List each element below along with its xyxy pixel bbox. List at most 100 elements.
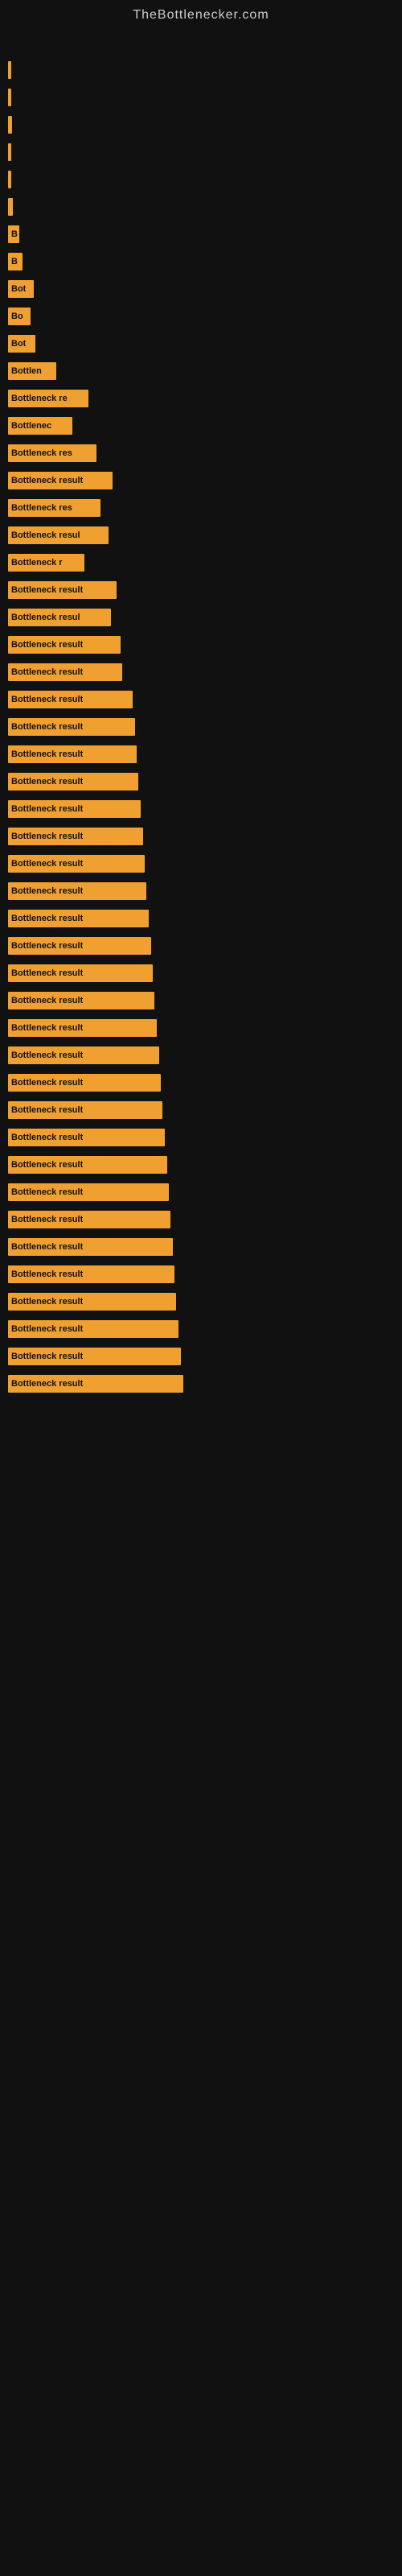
bar-item: Bottleneck result [8,1211,170,1228]
bar-item [8,198,13,216]
bar-label: Bottleneck resul [11,613,80,622]
bar-row: Bottleneck result [8,634,394,656]
bar-row: Bottleneck result [8,1318,394,1340]
bar-label: Bottleneck result [11,640,83,650]
bar-row: Bottleneck res [8,442,394,464]
bar-label: Bottleneck re [11,394,68,403]
bar-label: Bottleneck result [11,1187,83,1197]
bar-label: Bottleneck result [11,1269,83,1279]
bar-item: Bottleneck result [8,1101,162,1119]
bar-item [8,116,12,134]
bar-label: Bottleneck result [11,859,83,869]
bar-item: Bottleneck result [8,663,122,681]
bar-row [8,59,394,81]
bar-row: Bottleneck result [8,661,394,683]
bar-label: Bottleneck result [11,1324,83,1334]
bar-row: Bottleneck result [8,579,394,601]
bar-item: Bottleneck result [8,718,135,736]
bar-label: Bottleneck result [11,476,83,485]
bar-item: Bottleneck result [8,937,151,955]
bar-row: Bottleneck result [8,825,394,848]
bar-row: Bot [8,278,394,300]
bar-label: Bot [11,284,26,294]
bar-label: B [11,257,18,266]
bar-row: B [8,223,394,246]
bar-item [8,61,11,79]
bar-row: Bottleneck result [8,1181,394,1203]
bar-label: Bottlen [11,366,42,376]
bar-row: Bottleneck result [8,469,394,492]
bar-label: Bottleneck result [11,1023,83,1033]
bar-row: Bottleneck result [8,852,394,875]
bar-label: Bottleneck result [11,1242,83,1252]
bar-row: Bottleneck result [8,798,394,820]
bar-item: Bottleneck result [8,1129,165,1146]
bar-item: Bottleneck resul [8,526,109,544]
bar-row: Bottleneck result [8,1236,394,1258]
bar-row [8,86,394,109]
bar-row: Bottleneck result [8,1071,394,1094]
bar-label: Bottleneck result [11,1160,83,1170]
bar-item: Bottleneck result [8,691,133,708]
bar-item: Bot [8,280,34,298]
bar-row: Bottleneck result [8,1099,394,1121]
bar-item: Bottleneck result [8,1074,161,1092]
bar-item: Bottleneck res [8,499,100,517]
bar-item: Bottleneck result [8,855,145,873]
bar-item [8,89,11,106]
bar-item: Bottleneck result [8,581,117,599]
bar-row: Bottleneck result [8,743,394,766]
bar-item: Bottlen [8,362,56,380]
bar-row: Bottleneck resul [8,606,394,629]
bar-row: B [8,250,394,273]
bar-item: Bottleneck result [8,1320,178,1338]
bar-item: Bottleneck result [8,1375,183,1393]
bar-item: Bottleneck result [8,1046,159,1064]
bar-label: Bottleneck result [11,1352,83,1361]
bar-label: Bottleneck result [11,886,83,896]
bar-row: Bottleneck result [8,770,394,793]
bar-item: Bottleneck res [8,444,96,462]
bar-label: Bottleneck result [11,832,83,841]
bar-label: Bot [11,339,26,349]
bar-label: Bottleneck result [11,996,83,1005]
bar-row [8,114,394,136]
bar-label: Bottleneck res [11,448,72,458]
bar-item: Bottleneck result [8,773,138,791]
bar-label: Bottleneck result [11,941,83,951]
bar-item: Bottleneck result [8,800,141,818]
bar-label: Bottleneck r [11,558,63,568]
bar-row: Bottleneck result [8,935,394,957]
bar-label: Bottleneck result [11,722,83,732]
bar-row [8,196,394,218]
bar-item: Bottleneck result [8,636,121,654]
bar-row: Bottleneck result [8,1017,394,1039]
bar-row: Bottleneck r [8,551,394,574]
bar-row: Bottleneck result [8,1208,394,1231]
bars-container: B B Bot Bo Bot Bottlen Bottleneck re Bottlenec B… [0,27,402,1416]
bar-label: Bottleneck result [11,1078,83,1088]
bar-item: Bottleneck result [8,1183,169,1201]
bar-label: Bo [11,312,23,321]
bar-row: Bottleneck result [8,716,394,738]
bar-row: Bottleneck result [8,1290,394,1313]
bar-item: Bottleneck re [8,390,88,407]
bar-item: B [8,225,19,243]
bar-row: Bot [8,332,394,355]
bar-item: Bot [8,335,35,353]
bar-label: Bottleneck result [11,585,83,595]
bar-item: Bottleneck result [8,1019,157,1037]
bar-item: Bottleneck result [8,1293,176,1311]
bar-row: Bottlen [8,360,394,382]
bar-label: Bottleneck result [11,1105,83,1115]
bar-item: Bottleneck r [8,554,84,572]
bar-row: Bottleneck result [8,1154,394,1176]
bar-item: Bottleneck result [8,964,153,982]
bar-label: B [11,229,18,239]
bar-row: Bottleneck result [8,1044,394,1067]
bar-row: Bottleneck result [8,989,394,1012]
bar-item: Bottlenec [8,417,72,435]
bar-row: Bottleneck result [8,1263,394,1286]
bar-item: Bottleneck result [8,745,137,763]
bar-label: Bottleneck result [11,777,83,786]
